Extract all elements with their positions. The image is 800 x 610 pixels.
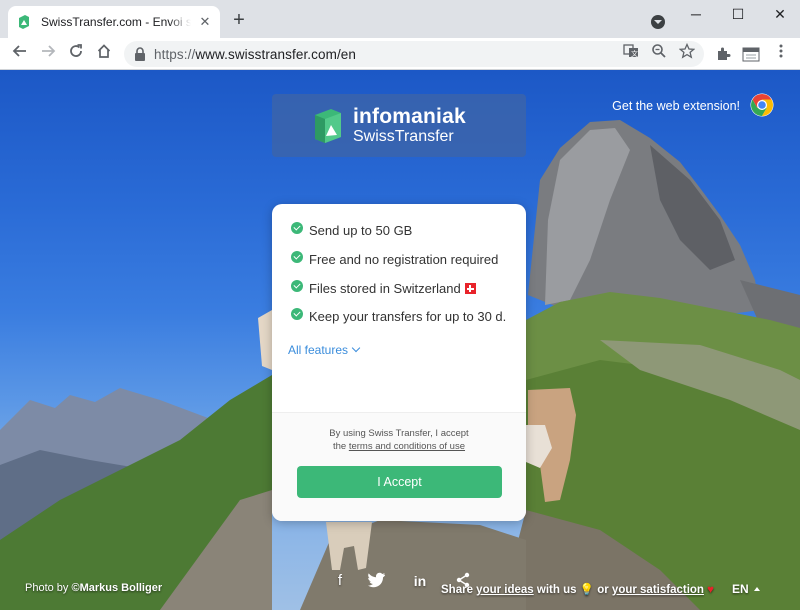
product-name: SwissTransfer	[353, 127, 454, 145]
photo-credit: Photo by ©Markus Bolliger	[25, 582, 163, 594]
swisstransfer-favicon-icon	[19, 15, 29, 29]
feature-label: Files stored in Switzerland	[309, 281, 461, 296]
home-icon[interactable]	[93, 43, 115, 65]
twitter-icon[interactable]	[368, 572, 386, 590]
browser-menu-icon[interactable]	[770, 43, 792, 65]
swiss-flag-icon	[464, 283, 476, 294]
linkedin-icon[interactable]: in	[411, 572, 429, 590]
heart-icon: ♥	[707, 584, 714, 596]
chevron-up-icon	[753, 587, 760, 591]
all-features-label: All features	[288, 343, 349, 357]
maximize-button[interactable]: ☐	[723, 4, 753, 24]
web-extension-link[interactable]: Get the web extension!	[612, 99, 740, 113]
calendar-extension-icon[interactable]	[742, 46, 760, 62]
back-icon[interactable]	[9, 43, 31, 65]
your-satisfaction-link[interactable]: your satisfaction	[612, 584, 704, 596]
check-icon	[291, 221, 303, 234]
photographer-link[interactable]: ©Markus Bolliger	[71, 582, 162, 594]
feedback-text: Share your ideas with us 💡 or your satis…	[441, 584, 714, 596]
forward-icon[interactable]	[37, 43, 59, 65]
minimize-button[interactable]: ─	[681, 4, 711, 24]
accept-button[interactable]: I Accept	[297, 466, 502, 498]
zoom-icon[interactable]	[651, 43, 667, 59]
bookmark-star-icon[interactable]	[679, 43, 695, 59]
translate-icon[interactable]: 文	[623, 43, 639, 59]
swisstransfer-logo-icon	[315, 108, 341, 143]
new-tab-button[interactable]: +	[229, 10, 249, 31]
terms-link[interactable]: terms and conditions of use	[349, 441, 465, 452]
tab-title: SwissTransfer.com - Envoi sécurisé	[41, 15, 191, 29]
check-icon	[291, 279, 303, 292]
check-icon	[291, 250, 303, 263]
tab-strip: SwissTransfer.com - Envoi sécurisé ✕ + ─…	[0, 0, 800, 38]
your-ideas-link[interactable]: your ideas	[476, 584, 534, 596]
lock-icon[interactable]	[134, 47, 146, 61]
browser-tab[interactable]: SwissTransfer.com - Envoi sécurisé ✕	[8, 6, 220, 38]
all-features-link[interactable]: All features	[288, 343, 361, 357]
lightbulb-icon: 💡	[579, 584, 595, 596]
reload-icon[interactable]	[65, 43, 87, 65]
brand-name: infomaniak	[353, 104, 466, 128]
url-text: https://www.swisstransfer.com/en	[154, 46, 357, 62]
svg-text:文: 文	[631, 49, 638, 58]
chevron-down-icon	[351, 343, 361, 353]
close-window-button[interactable]: ✕	[765, 4, 795, 24]
extensions-icon[interactable]	[715, 46, 731, 62]
tab-close-icon[interactable]: ✕	[198, 15, 212, 29]
browser-toolbar: https://www.swisstransfer.com/en 文	[0, 38, 800, 70]
feature-label: Send up to 50 GB	[309, 223, 413, 238]
page-content: infomaniak SwissTransfer Get the web ext…	[0, 70, 800, 610]
browser-chrome: SwissTransfer.com - Envoi sécurisé ✕ + ─…	[0, 0, 800, 70]
address-bar[interactable]: https://www.swisstransfer.com/en	[124, 41, 704, 67]
features-card: Send up to 50 GB Free and no registratio…	[272, 204, 526, 521]
terms-text: By using Swiss Transfer, I accept the te…	[329, 428, 469, 452]
chrome-logo-icon[interactable]	[750, 93, 774, 117]
feature-item: Keep your transfers for up to 30 d.	[291, 307, 507, 324]
language-selector[interactable]: EN	[732, 582, 760, 596]
tab-search-icon[interactable]	[651, 15, 665, 29]
feature-label: Keep your transfers for up to 30 d.	[309, 309, 507, 324]
feature-label: Free and no registration required	[309, 252, 499, 267]
feature-item: Send up to 50 GB	[291, 221, 413, 238]
facebook-icon[interactable]: f	[331, 572, 349, 590]
feature-item: Free and no registration required	[291, 250, 499, 267]
check-icon	[291, 307, 303, 320]
infomaniak-swisstransfer-logo[interactable]: infomaniak SwissTransfer	[272, 94, 526, 157]
feature-item: Files stored in Switzerland	[291, 279, 476, 296]
logo-text: infomaniak SwissTransfer	[353, 104, 466, 146]
consent-panel: By using Swiss Transfer, I accept the te…	[272, 412, 526, 521]
